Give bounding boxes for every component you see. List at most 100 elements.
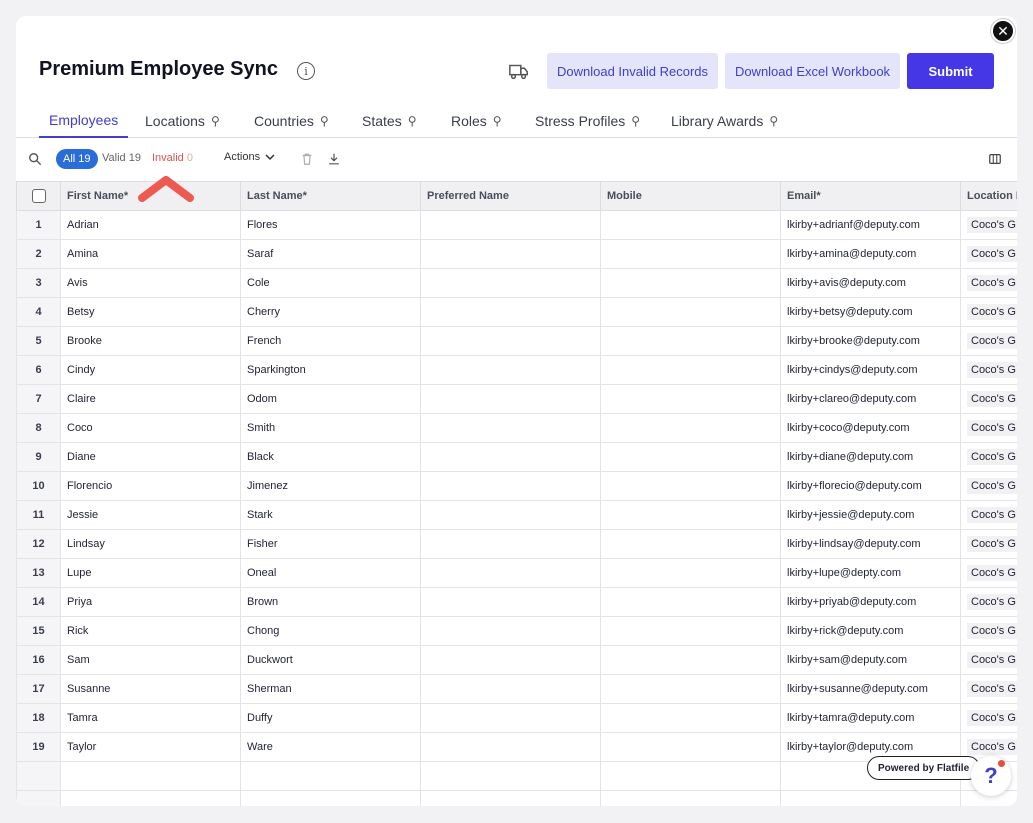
table-row[interactable]: 4 Betsy Cherry lkirby+betsy@deputy.com Coco'… [16,297,1017,327]
cell-first[interactable]: Florencio [60,471,241,501]
cell-first[interactable]: Coco [60,413,241,443]
columns-icon[interactable] [988,152,1002,166]
cell-first[interactable]: Amina [60,239,241,269]
table-row[interactable]: 10 Florencio Jimenez lkirby+florecio@deputy… [16,471,1017,501]
cell-last[interactable]: French [240,326,421,356]
cell-email[interactable]: lkirby+avis@deputy.com [780,268,961,298]
empty-cell[interactable] [16,761,61,791]
table-row[interactable]: 6 Cindy Sparkington lkirby+cindys@deputy.co… [16,355,1017,385]
cell-mobile[interactable] [600,558,781,588]
cell-email[interactable]: lkirby+diane@deputy.com [780,442,961,472]
select-all-checkbox[interactable] [31,189,46,203]
cell-mobile[interactable] [600,210,781,240]
table-row[interactable]: 5 Brooke French lkirby+brooke@deputy.com Coc… [16,326,1017,356]
cell-first[interactable]: Diane [60,442,241,472]
cell-mobile[interactable] [600,529,781,559]
table-row[interactable]: 3 Avis Cole lkirby+avis@deputy.com Coco's G [16,268,1017,298]
cell-preferred[interactable] [420,732,601,762]
cell-last[interactable]: Sherman [240,674,421,704]
empty-cell[interactable] [420,790,601,806]
cell-preferred[interactable] [420,442,601,472]
cell-loc[interactable]: Coco's G [960,703,1017,733]
cell-last[interactable]: Flores [240,210,421,240]
cell-mobile[interactable] [600,442,781,472]
cell-loc[interactable]: Coco's G [960,471,1017,501]
cell-mobile[interactable] [600,732,781,762]
filter-invalid[interactable]: Invalid 0 [152,152,193,164]
cell-loc[interactable]: Coco's G [960,587,1017,617]
cell-loc[interactable]: Coco's G [960,355,1017,385]
cell-email[interactable]: lkirby+susanne@deputy.com [780,674,961,704]
cell-mobile[interactable] [600,674,781,704]
table-row[interactable]: 8 Coco Smith lkirby+coco@deputy.com Coco's G [16,413,1017,443]
select-all-cell[interactable] [16,181,61,211]
table-row[interactable]: 7 Claire Odom lkirby+clareo@deputy.com Coco'… [16,384,1017,414]
download-icon[interactable] [327,152,341,166]
tab-library-awards[interactable]: Library Awards ⚲ [671,104,778,138]
filter-all[interactable]: All 19 [56,149,98,169]
actions-dropdown[interactable]: Actions [224,151,276,163]
cell-mobile[interactable] [600,297,781,327]
cell-loc[interactable]: Coco's G [960,210,1017,240]
download-invalid-records-button[interactable]: Download Invalid Records [547,53,718,89]
table-row[interactable]: 11 Jessie Stark lkirby+jessie@deputy.com Coc… [16,500,1017,530]
cell-last[interactable]: Sparkington [240,355,421,385]
cell-email[interactable]: lkirby+adrianf@deputy.com [780,210,961,240]
cell-first[interactable]: Betsy [60,297,241,327]
table-row[interactable]: 17 Susanne Sherman lkirby+susanne@deputy.co… [16,674,1017,704]
tab-employees[interactable]: Employees [39,104,129,138]
empty-cell[interactable] [420,761,601,791]
cell-mobile[interactable] [600,355,781,385]
table-row[interactable]: 2 Amina Saraf lkirby+amina@deputy.com Coco's… [16,239,1017,269]
cell-last[interactable]: Smith [240,413,421,443]
cell-mobile[interactable] [600,326,781,356]
cell-last[interactable]: Cherry [240,297,421,327]
cell-loc[interactable]: Coco's G [960,413,1017,443]
cell-last[interactable]: Duffy [240,703,421,733]
cell-last[interactable]: Black [240,442,421,472]
cell-preferred[interactable] [420,558,601,588]
cell-last[interactable]: Oneal [240,558,421,588]
cell-preferred[interactable] [420,239,601,269]
cell-first[interactable]: Priya [60,587,241,617]
cell-first[interactable]: Tamra [60,703,241,733]
cell-email[interactable]: lkirby+sam@deputy.com [780,645,961,675]
cell-first[interactable]: Brooke [60,326,241,356]
column-header[interactable]: Mobile [600,181,781,211]
table-row[interactable]: 15 Rick Chong lkirby+rick@deputy.com Coco's … [16,616,1017,646]
trash-icon[interactable] [300,152,314,166]
cell-preferred[interactable] [420,616,601,646]
cell-preferred[interactable] [420,210,601,240]
cell-last[interactable]: Duckwort [240,645,421,675]
column-header[interactable]: Last Name* [240,181,421,211]
cell-loc[interactable]: Coco's G [960,500,1017,530]
table-row[interactable]: 16 Sam Duckwort lkirby+sam@deputy.com Coco's… [16,645,1017,675]
cell-preferred[interactable] [420,326,601,356]
cell-email[interactable]: lkirby+tamra@deputy.com [780,703,961,733]
cell-loc[interactable]: Coco's G [960,558,1017,588]
cell-preferred[interactable] [420,500,601,530]
cell-preferred[interactable] [420,703,601,733]
powered-by-badge[interactable]: Powered by Flatfile [867,756,981,780]
cell-first[interactable]: Avis [60,268,241,298]
cell-email[interactable]: lkirby+cindys@deputy.com [780,355,961,385]
column-header[interactable]: Location I [960,181,1017,211]
cell-first[interactable]: Susanne [60,674,241,704]
empty-cell[interactable] [60,761,241,791]
cell-preferred[interactable] [420,297,601,327]
column-header[interactable]: Email* [780,181,961,211]
table-row[interactable]: 18 Tamra Duffy lkirby+tamra@deputy.com Coco'… [16,703,1017,733]
cell-loc[interactable]: Coco's G [960,616,1017,646]
cell-last[interactable]: Saraf [240,239,421,269]
cell-last[interactable]: Cole [240,268,421,298]
cell-loc[interactable]: Coco's G [960,297,1017,327]
cell-preferred[interactable] [420,268,601,298]
cell-loc[interactable]: Coco's G [960,384,1017,414]
cell-preferred[interactable] [420,471,601,501]
cell-mobile[interactable] [600,616,781,646]
cell-loc[interactable]: Coco's G [960,529,1017,559]
table-row[interactable]: 19 Taylor Ware lkirby+taylor@deputy.com Coco… [16,732,1017,762]
cell-mobile[interactable] [600,239,781,269]
tab-stress-profiles[interactable]: Stress Profiles ⚲ [535,104,640,138]
submit-button[interactable]: Submit [907,53,994,89]
